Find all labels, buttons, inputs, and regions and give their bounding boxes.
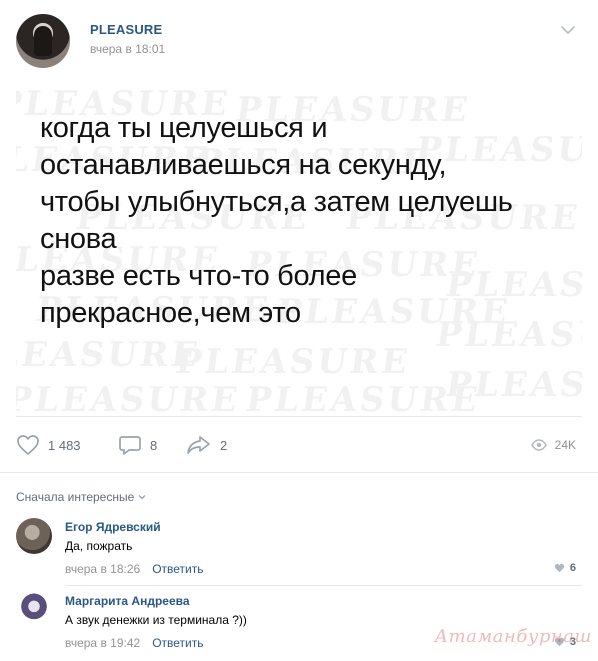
views-counter: 24K xyxy=(530,434,576,456)
watermark-text: PLEASURE xyxy=(16,380,243,415)
post-text: когда ты целуешься и останавливаешься на… xyxy=(40,110,580,332)
divider xyxy=(65,585,582,586)
post-text-line: когда ты целуешься и xyxy=(40,112,328,144)
post-text-line: прекрасное,чем это xyxy=(40,297,301,329)
comments-sort-toggle[interactable]: Сначала интересные xyxy=(16,490,146,504)
comment: Егор Ядревский Да, пожрать вчера в 18:26… xyxy=(16,518,582,586)
comment-like-count: 6 xyxy=(569,562,576,574)
comment-time[interactable]: вчера в 18:26 xyxy=(65,562,140,576)
share-button[interactable]: 2 xyxy=(186,434,227,456)
like-count: 1 483 xyxy=(48,437,81,453)
comment-text: Да, пожрать xyxy=(65,539,133,553)
reply-button[interactable]: Ответить xyxy=(152,562,203,576)
site-watermark: Атаманбурнаш xyxy=(434,626,592,647)
post-header: PLEASURE вчера в 18:01 xyxy=(16,14,582,68)
commenter-name[interactable]: Маргарита Андреева xyxy=(65,594,190,608)
post-actions: 1 483 8 2 24K xyxy=(16,430,582,460)
comment-meta: вчера в 19:42 Ответить xyxy=(65,636,203,650)
post-text-line: останавливаешься на секунду, xyxy=(40,149,447,181)
divider xyxy=(0,472,598,473)
chevron-down-icon xyxy=(138,495,146,500)
avatar-figure xyxy=(34,26,52,56)
comment-icon xyxy=(119,436,141,455)
commenter-avatar[interactable] xyxy=(16,518,52,554)
sort-label: Сначала интересные xyxy=(16,490,135,504)
comment-like-button[interactable]: 6 xyxy=(554,562,576,574)
comment-time[interactable]: вчера в 19:42 xyxy=(65,636,140,650)
watermark-text: PLEASURE xyxy=(443,365,582,405)
commenter-avatar[interactable] xyxy=(16,592,52,628)
reply-button[interactable]: Ответить xyxy=(152,636,203,650)
heart-icon xyxy=(17,435,39,455)
chevron-down-icon[interactable] xyxy=(560,24,576,36)
share-count: 2 xyxy=(220,437,228,453)
post-text-line: разве есть что-то более xyxy=(40,260,357,292)
share-icon xyxy=(187,436,210,454)
comment-text: А звук денежки из терминала ?)) xyxy=(65,613,247,627)
post-image[interactable]: PLEASURE PLEASURE PLEASURE PLEASURE PLEA… xyxy=(16,80,582,415)
comment-count: 8 xyxy=(150,437,158,453)
post-text-line: чтобы улыбнуться,а затем целуешь xyxy=(40,186,513,218)
comment-meta: вчера в 18:26 Ответить xyxy=(65,562,203,576)
group-name[interactable]: PLEASURE xyxy=(90,22,162,37)
heart-icon xyxy=(554,563,564,573)
eye-icon xyxy=(530,439,547,451)
views-count: 24K xyxy=(554,438,576,452)
divider xyxy=(16,416,582,417)
group-avatar[interactable] xyxy=(16,14,70,68)
post-text-line: снова xyxy=(40,223,117,255)
comment-button[interactable]: 8 xyxy=(118,434,157,456)
post-time[interactable]: вчера в 18:01 xyxy=(90,42,165,56)
watermark-text: PLEASURE xyxy=(173,342,413,382)
like-button[interactable]: 1 483 xyxy=(16,434,81,456)
commenter-name[interactable]: Егор Ядревский xyxy=(65,520,161,534)
